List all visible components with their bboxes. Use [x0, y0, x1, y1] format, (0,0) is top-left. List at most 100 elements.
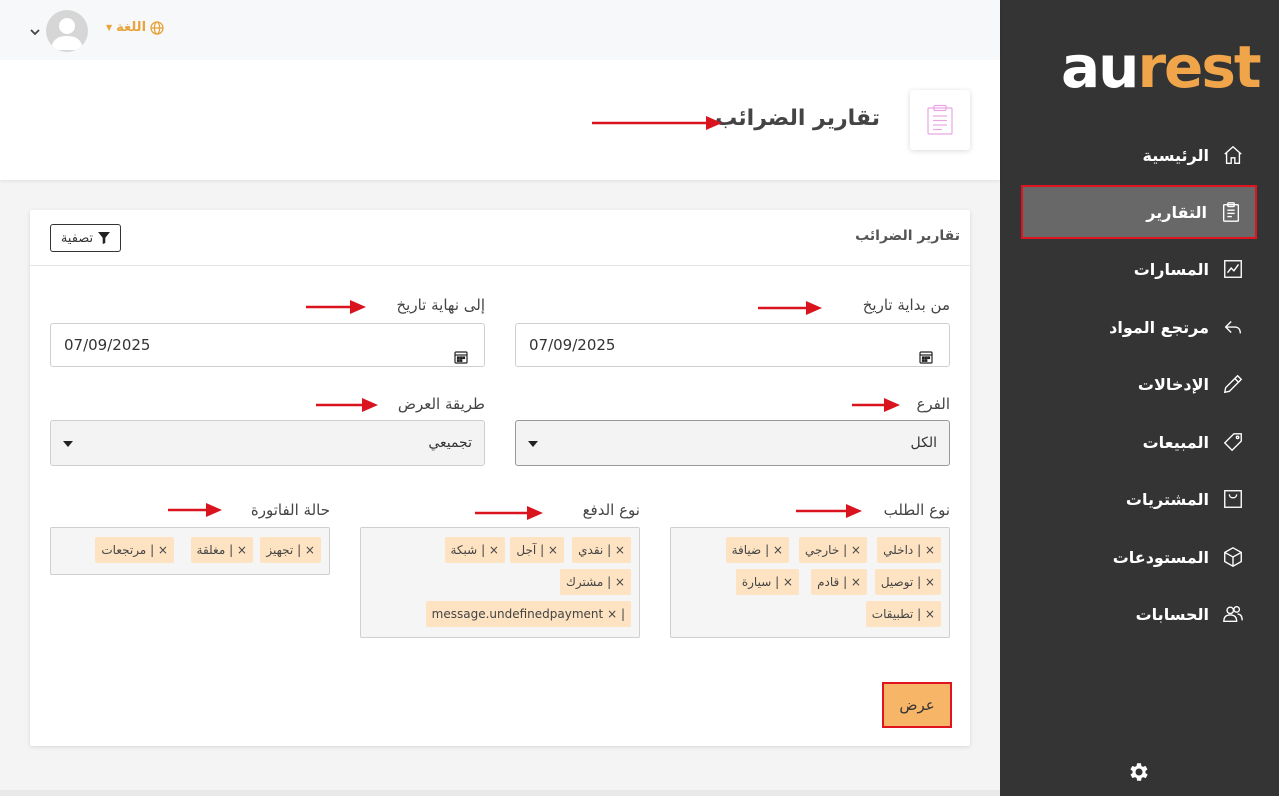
- sidebar-item-returns[interactable]: مرتجع المواد: [1021, 301, 1257, 353]
- calendar-icon[interactable]: [919, 338, 933, 364]
- invoice-status-label: حالة الفاتورة: [250, 501, 330, 519]
- tag-payment-shared[interactable]: × | مشترك: [559, 569, 631, 595]
- tag-order-car[interactable]: × | سيارة: [735, 569, 799, 595]
- tag-remove[interactable]: × |: [481, 543, 499, 557]
- tag-remove[interactable]: × |: [607, 607, 625, 621]
- tag-order-incoming[interactable]: × | قادم: [811, 569, 867, 595]
- tag-payment-cash[interactable]: × | نقدي: [572, 537, 631, 563]
- tag-remove[interactable]: × |: [150, 543, 168, 557]
- sidebar-item-label: المشتريات: [1125, 489, 1209, 509]
- sidebar-item-home[interactable]: الرئيسية: [1021, 129, 1257, 181]
- gear-icon[interactable]: [1127, 760, 1151, 784]
- tag-remove[interactable]: × |: [607, 575, 625, 589]
- branch-select[interactable]: الكل: [515, 420, 950, 466]
- sidebar-item-label: المبيعات: [1142, 432, 1209, 452]
- tag-remove[interactable]: × |: [607, 543, 625, 557]
- caret-down-icon: ▼: [106, 23, 113, 32]
- to-date-value: 07/09/2025: [64, 336, 151, 354]
- show-button[interactable]: عرض: [882, 682, 952, 728]
- tag-label: آجل: [516, 543, 537, 557]
- display-method-select[interactable]: تجميعي: [50, 420, 485, 466]
- tag-label: سيارة: [741, 575, 772, 589]
- users-icon: [1221, 602, 1245, 626]
- tag-order-hospitality[interactable]: × | ضيافة: [725, 537, 789, 563]
- user-menu[interactable]: [28, 10, 88, 52]
- sidebar-item-label: الرئيسية: [1142, 145, 1210, 165]
- tag-label: مشترك: [565, 575, 604, 589]
- filter-icon: [98, 232, 111, 244]
- tag-remove[interactable]: × |: [775, 575, 793, 589]
- tag-label: ضيافة: [731, 543, 762, 557]
- tag-status-closed[interactable]: × | مغلقة: [190, 537, 253, 563]
- from-date-value: 07/09/2025: [529, 336, 616, 354]
- payment-type-multiselect[interactable]: × | نقدي × | آجل × | شبكة × | مشترك mess…: [360, 527, 640, 638]
- order-type-multiselect[interactable]: × | داخلي × | خارجي × | ضيافة × | توصيل …: [670, 527, 950, 638]
- tag-remove[interactable]: × |: [843, 575, 861, 589]
- topbar: ▼ اللغة: [0, 0, 1000, 60]
- tag-label: مغلقة: [196, 543, 226, 557]
- sidebar-item-label: المستودعات: [1112, 547, 1209, 567]
- avatar[interactable]: [46, 10, 88, 52]
- payment-type-label: نوع الدفع: [582, 501, 640, 519]
- tag-label: تطبيقات: [871, 607, 914, 621]
- sidebar-item-reports[interactable]: التقارير: [1021, 185, 1257, 239]
- caret-down-icon: [63, 441, 73, 447]
- tag-remove[interactable]: × |: [229, 543, 247, 557]
- sidebar-item-warehouses[interactable]: المستودعات: [1021, 531, 1257, 583]
- annotation-arrow-icon: [852, 398, 900, 412]
- tag-label: شبكة: [450, 543, 478, 557]
- aurest-logo[interactable]: aurest: [1061, 38, 1262, 96]
- tag-label: تجهيز: [266, 543, 294, 557]
- annotation-arrow-icon: [592, 116, 722, 130]
- tag-status-preparing[interactable]: × | تجهيز: [260, 537, 321, 563]
- page-title: تقارير الضرائب: [715, 106, 880, 131]
- calendar-icon[interactable]: [454, 338, 468, 364]
- sidebar-item-label: الإدخالات: [1137, 374, 1209, 394]
- tag-order-external[interactable]: × | خارجي: [798, 537, 867, 563]
- logo-rest: rest: [1137, 33, 1261, 101]
- tag-label: message.undefinedpayment: [431, 607, 604, 621]
- home-icon: [1221, 143, 1245, 167]
- tag-label: داخلي: [883, 543, 914, 557]
- to-date-input[interactable]: 07/09/2025: [50, 323, 485, 367]
- tag-order-delivery[interactable]: × | توصيل: [874, 569, 941, 595]
- filter-button[interactable]: تصفية: [50, 224, 121, 252]
- annotation-arrow-icon: [796, 504, 862, 518]
- sidebar-item-purchases[interactable]: المشتريات: [1021, 473, 1257, 525]
- branch-label: الفرع: [916, 395, 950, 413]
- tag-label: خارجي: [804, 543, 840, 557]
- tag-remove[interactable]: × |: [917, 543, 935, 557]
- tag-payment-deferred[interactable]: × | آجل: [510, 537, 564, 563]
- tag-remove[interactable]: × |: [540, 543, 558, 557]
- tag-label: توصيل: [880, 575, 914, 589]
- language-label: اللغة: [116, 20, 147, 35]
- annotation-arrow-icon: [758, 301, 822, 315]
- invoice-status-multiselect[interactable]: × | تجهيز × | مغلقة × | مرتجعات: [50, 527, 330, 575]
- sidebar-item-label: المسارات: [1133, 259, 1209, 279]
- page-bottom-divider: [0, 790, 1000, 796]
- tag-order-internal[interactable]: × | داخلي: [877, 537, 941, 563]
- annotation-arrow-icon: [475, 506, 543, 520]
- tag-remove[interactable]: × |: [297, 543, 315, 557]
- logo-au: au: [1061, 33, 1139, 101]
- display-method-label: طريقة العرض: [397, 395, 485, 413]
- card-header: تقارير الضرائب تصفية: [30, 210, 970, 266]
- tag-remove[interactable]: × |: [843, 543, 861, 557]
- tag-remove[interactable]: × |: [917, 575, 935, 589]
- tag-payment-undefined[interactable]: message.undefinedpayment × |: [425, 601, 631, 627]
- tag-remove[interactable]: × |: [765, 543, 783, 557]
- from-date-input[interactable]: 07/09/2025: [515, 323, 950, 367]
- tag-remove[interactable]: × |: [917, 607, 935, 621]
- sidebar-item-entries[interactable]: الإدخالات: [1021, 358, 1257, 410]
- sidebar-item-sales[interactable]: المبيعات: [1021, 416, 1257, 468]
- sidebar-item-paths[interactable]: المسارات: [1021, 243, 1257, 295]
- chart-line-icon: [1221, 257, 1245, 281]
- language-selector[interactable]: ▼ اللغة: [106, 20, 164, 35]
- sidebar-item-accounts[interactable]: الحسابات: [1021, 588, 1257, 640]
- order-type-label: نوع الطلب: [883, 501, 950, 519]
- tag-payment-network[interactable]: × | شبكة: [444, 537, 505, 563]
- clipboard-icon: [910, 90, 970, 150]
- tag-order-apps[interactable]: × | تطبيقات: [865, 601, 941, 627]
- tag-status-returns[interactable]: × | مرتجعات: [95, 537, 174, 563]
- chevron-down-icon[interactable]: [28, 24, 42, 38]
